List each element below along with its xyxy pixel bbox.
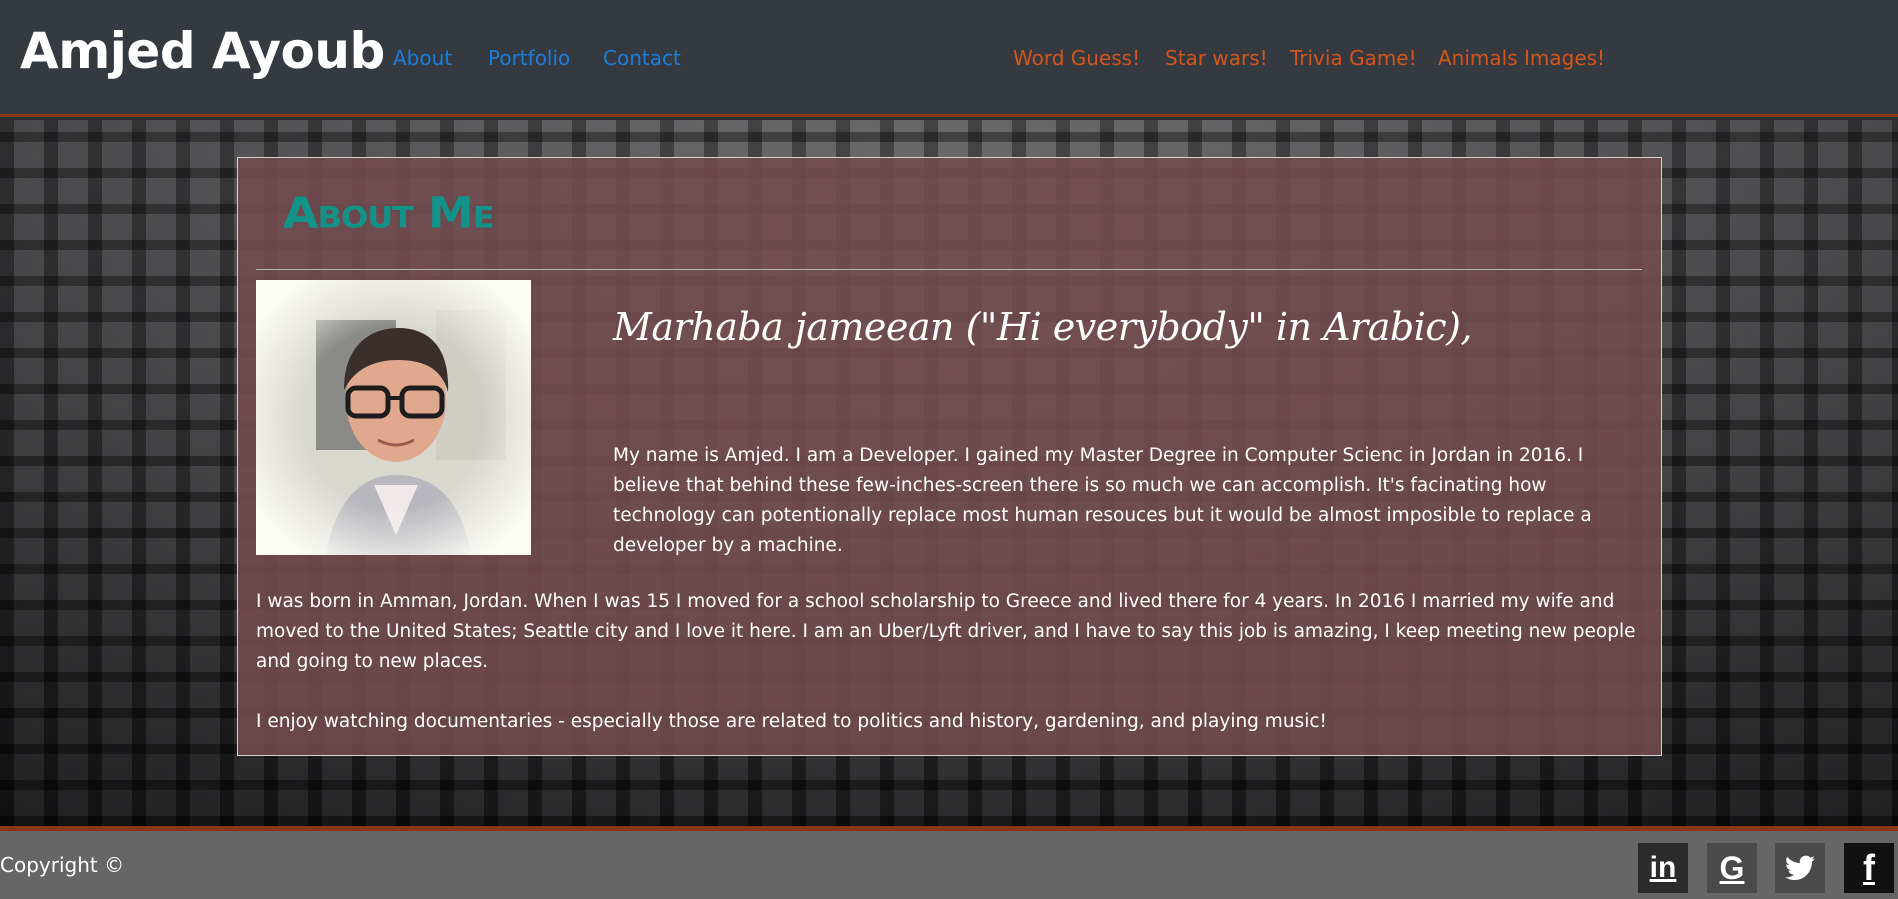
about-title: About Me [283, 188, 495, 238]
nav-link-animals-images[interactable]: Animals Images! [1438, 46, 1605, 70]
brand-title[interactable]: Amjed Ayoub [20, 22, 385, 80]
divider [256, 269, 1642, 270]
site-footer: Copyright © in G f [0, 826, 1898, 899]
nav-link-portfolio[interactable]: Portfolio [488, 46, 570, 70]
bio-paragraph-2: I was born in Amman, Jordan. When I was … [256, 591, 1636, 672]
about-card: About Me Marhaba jameean ("Hi everybody"… [237, 157, 1662, 756]
greeting-heading: Marhaba jameean ("Hi everybody" in Arabi… [613, 305, 1473, 349]
nav-link-star-wars[interactable]: Star wars! [1165, 46, 1268, 70]
nav-link-contact[interactable]: Contact [603, 46, 681, 70]
linkedin-glyph: in [1649, 851, 1677, 884]
bio-paragraph-3: I enjoy watching documentaries - especia… [256, 711, 1327, 732]
google-glyph: G [1719, 849, 1745, 886]
twitter-icon[interactable] [1775, 843, 1825, 893]
facebook-icon[interactable]: f [1844, 843, 1894, 893]
nav-link-trivia-game[interactable]: Trivia Game! [1290, 46, 1417, 70]
profile-photo [256, 280, 531, 555]
site-header: Amjed Ayoub About Portfolio Contact Word… [0, 0, 1898, 117]
facebook-glyph: f [1863, 847, 1875, 888]
twitter-bird-icon [1785, 855, 1815, 880]
nav-link-about[interactable]: About [393, 46, 452, 70]
copyright-text: Copyright © [0, 853, 125, 877]
linkedin-icon[interactable]: in [1638, 843, 1688, 893]
bio-paragraph-1: My name is Amjed. I am a Developer. I ga… [613, 445, 1592, 556]
google-icon[interactable]: G [1707, 843, 1757, 893]
nav-link-word-guess[interactable]: Word Guess! [1013, 46, 1140, 70]
